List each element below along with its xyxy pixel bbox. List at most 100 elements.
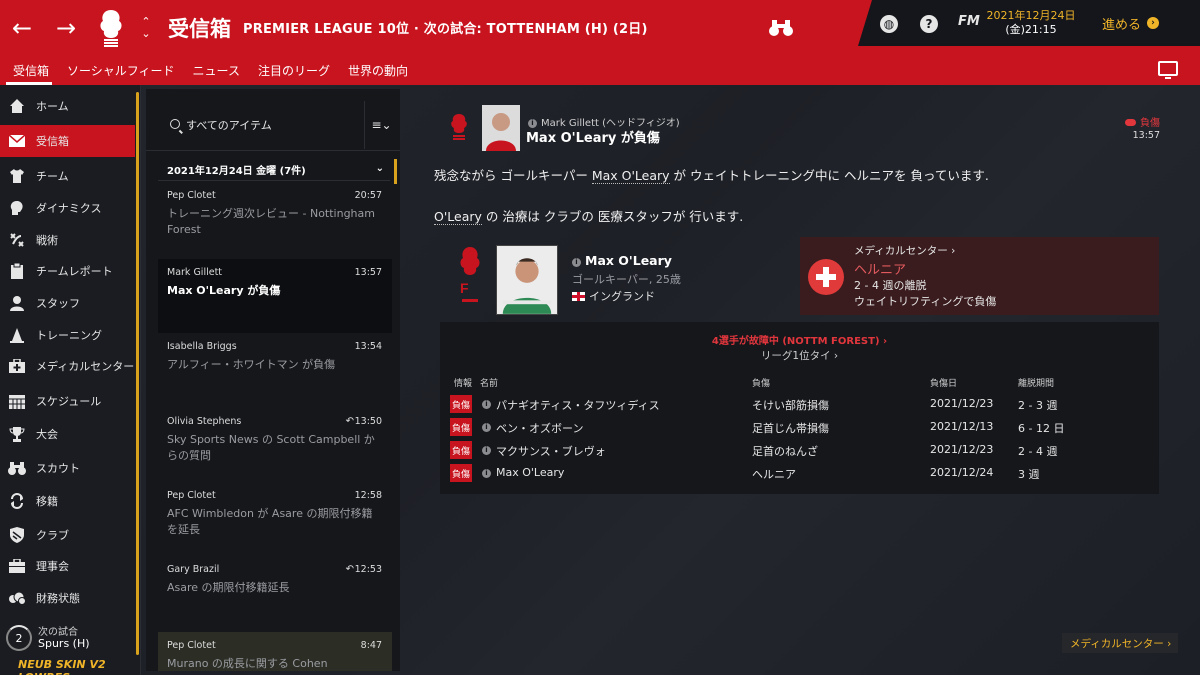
transfer-icon xyxy=(8,492,26,510)
body-text: の 治療は クラブの 医療スタッフが 行います. xyxy=(481,209,744,224)
sidebar-item-scouting[interactable]: スカウト xyxy=(0,452,135,484)
chevron-down-icon[interactable]: ⌄ xyxy=(376,163,384,174)
inbox-message-selected[interactable]: Mark Gillett 13:57 Max O'Leary が負傷 xyxy=(158,259,392,333)
inbox-message[interactable]: Pep Clotet 8:47 Murano の成長に関する Cohen xyxy=(158,632,392,671)
table-row[interactable]: 負傷 i Max O'Leary ヘルニア 2021/12/24 3 週 xyxy=(450,463,1150,485)
binoculars-icon[interactable] xyxy=(768,16,794,38)
next-match-widget[interactable]: 2 次の試合 Spurs (H) xyxy=(4,623,134,653)
inbox-filter-label[interactable]: すべてのアイテム xyxy=(186,117,272,133)
sidebar-item-team-report[interactable]: チームレポート xyxy=(0,255,135,287)
message-subject: トレーニング週次レビュー - Nottingham Forest xyxy=(167,207,375,236)
message-subject: AFC Wimbledon が Asare の期限付移籍を延長 xyxy=(167,507,373,536)
column-header-period[interactable]: 離脱期間 xyxy=(1018,376,1054,389)
message-subject: Murano の成長に関する Cohen xyxy=(167,657,328,670)
england-flag-icon xyxy=(572,292,585,301)
sidebar-item-team[interactable]: チーム xyxy=(0,160,135,192)
message-sender: Pep Clotet xyxy=(167,190,216,201)
inbox-message[interactable]: Pep Clotet 20:57 トレーニング週次レビュー - Nottingh… xyxy=(158,182,392,256)
tab-news[interactable]: ニュース xyxy=(184,55,249,85)
sidebar-item-staff[interactable]: スタッフ xyxy=(0,287,135,319)
sidebar-scrollbar[interactable] xyxy=(136,92,139,655)
injury-date: 2021/12/23 xyxy=(930,443,994,456)
injury-tag-icon xyxy=(1125,119,1136,126)
inbox-scrollbar[interactable] xyxy=(394,159,397,184)
sidebar-item-training[interactable]: トレーニング xyxy=(0,319,135,351)
sidebar-item-board[interactable]: 理事会 xyxy=(0,550,135,582)
next-match-countdown: 2 xyxy=(6,625,32,651)
tab-social-feed[interactable]: ソーシャルフィード xyxy=(58,55,184,85)
reply-icon: ↶ xyxy=(345,564,354,575)
globe-icon[interactable]: ◍ xyxy=(880,15,898,33)
column-header-date[interactable]: 負傷日 xyxy=(930,376,957,389)
club-switch-icon[interactable]: ⌃ ⌄ xyxy=(136,15,156,40)
fm-logo[interactable]: FM xyxy=(958,14,980,29)
medical-center-button[interactable]: メディカルセンター › xyxy=(1062,633,1178,653)
sidebar-item-label: メディカルセンター xyxy=(36,360,135,373)
help-icon[interactable]: ? xyxy=(920,15,938,33)
sidebar-item-club[interactable]: クラブ xyxy=(0,519,135,551)
table-row[interactable]: 負傷 i マクサンス・ブレヴォ 足首のねんざ 2021/12/23 2 - 4 … xyxy=(450,440,1150,462)
injury-tag-label: 負傷 xyxy=(1140,118,1160,129)
tab-featured-leagues[interactable]: 注目のリーグ xyxy=(249,55,339,85)
injury-list-title[interactable]: 4選手が故障中 (NOTTM FOREST) › xyxy=(440,332,1159,347)
sidebar-item-home[interactable]: ホーム xyxy=(0,90,135,122)
tab-inbox[interactable]: 受信箱 xyxy=(0,55,58,85)
tab-world-trends[interactable]: 世界の動向 xyxy=(339,55,417,85)
sidebar-item-schedule[interactable]: スケジュール xyxy=(0,385,135,417)
sidebar-item-label: 移籍 xyxy=(36,495,58,508)
club-crest-icon[interactable] xyxy=(94,8,128,48)
league-info[interactable]: PREMIER LEAGUE 10位 · 次の試合: TOTTENHAM (H)… xyxy=(243,18,648,37)
sidebar-item-tactics[interactable]: 戦術 xyxy=(0,224,135,256)
envelope-icon xyxy=(8,132,26,150)
calendar-icon xyxy=(8,392,26,410)
inbox-date-header[interactable]: 2021年12月24日 金曜 (7件) ⌄ xyxy=(158,159,390,181)
inbox-message[interactable]: Olivia Stephens ↶ 13:50 Sky Sports News … xyxy=(158,408,392,482)
sidebar-item-competitions[interactable]: 大会 xyxy=(0,418,135,450)
column-header-name[interactable]: 名前 xyxy=(480,376,498,389)
sidebar-item-label: 大会 xyxy=(36,428,58,441)
next-match-label: 次の試合 xyxy=(38,627,78,638)
sidebar-item-label: チームレポート xyxy=(36,265,113,278)
inbox-message[interactable]: Gary Brazil ↶ 12:53 Asare の期限付移籍延長 xyxy=(158,556,392,630)
injured-player-name[interactable]: ベン・オズボーン xyxy=(496,420,583,436)
player-name[interactable]: i Max O'Leary xyxy=(572,253,672,268)
column-header-info[interactable]: 情報 xyxy=(454,376,472,389)
player-photo xyxy=(496,245,558,315)
sidebar-item-inbox[interactable]: 受信箱 xyxy=(0,125,135,157)
sidebar-item-medical-center[interactable]: メディカルセンター xyxy=(0,350,135,382)
player-link[interactable]: O'Leary xyxy=(434,209,482,225)
sidebar-item-finances[interactable]: 財務状態 xyxy=(0,582,135,614)
next-match-opponent: Spurs (H) xyxy=(38,637,90,650)
back-arrow-icon[interactable]: ← xyxy=(0,0,44,55)
player-nationality: イングランド xyxy=(572,288,655,304)
message-content: i Mark Gillett (ヘッドフィジオ) Max O'Leary が負傷 … xyxy=(418,89,1178,671)
sidebar-item-transfers[interactable]: 移籍 xyxy=(0,485,135,517)
injured-player-name[interactable]: マクサンス・ブレヴォ xyxy=(496,443,606,459)
inbox-message[interactable]: Isabella Briggs 13:54 アルフィー・ホワイトマン が負傷 xyxy=(158,333,392,407)
inbox-message[interactable]: Pep Clotet 12:58 AFC Wimbledon が Asare の… xyxy=(158,482,392,556)
search-icon[interactable] xyxy=(170,119,180,129)
column-header-injury[interactable]: 負傷 xyxy=(752,376,770,389)
player-card[interactable]: F i Max O'Leary ゴールキーパー, 25歳 イングランド xyxy=(450,237,798,323)
body-text: が ウェイトトレーニング中に ヘルニアを 負っています. xyxy=(669,168,989,183)
sort-menu-icon[interactable]: ≡⌄ xyxy=(364,101,398,149)
staff-icon xyxy=(8,294,26,312)
sidebar-item-dynamics[interactable]: ダイナミクス xyxy=(0,192,135,224)
table-row[interactable]: 負傷 i パナギオティス・タフツィディス そけい部筋損傷 2021/12/23 … xyxy=(450,394,1150,416)
injury-list-subtitle[interactable]: リーグ1位タイ › xyxy=(440,348,1159,363)
screen-icon[interactable] xyxy=(1158,61,1178,79)
injury-tag: 負傷 xyxy=(1125,114,1160,129)
sidebar: ホーム 受信箱 チーム ダイナミクス 戦術 チームレポート スタッフ トレーニン… xyxy=(0,85,141,675)
player-link[interactable]: Max O'Leary xyxy=(591,168,670,184)
injured-player-name[interactable]: Max O'Leary xyxy=(496,466,564,479)
sidebar-item-label: トレーニング xyxy=(36,329,102,342)
game-date[interactable]: 2021年12月24日 (金)21:15 xyxy=(985,9,1077,37)
message-subject: Asare の期限付移籍延長 xyxy=(167,581,290,594)
medical-center-link[interactable]: メディカルセンター › xyxy=(854,243,955,258)
continue-button[interactable]: 進める › xyxy=(1092,9,1192,37)
table-row[interactable]: 負傷 i ベン・オズボーン 足首じん帯損傷 2021/12/13 6 - 12 … xyxy=(450,417,1150,439)
forward-arrow-icon[interactable]: → xyxy=(44,0,88,55)
author-photo[interactable] xyxy=(482,105,520,151)
injury-badge: 負傷 xyxy=(450,441,472,459)
injured-player-name[interactable]: パナギオティス・タフツィディス xyxy=(496,397,660,413)
